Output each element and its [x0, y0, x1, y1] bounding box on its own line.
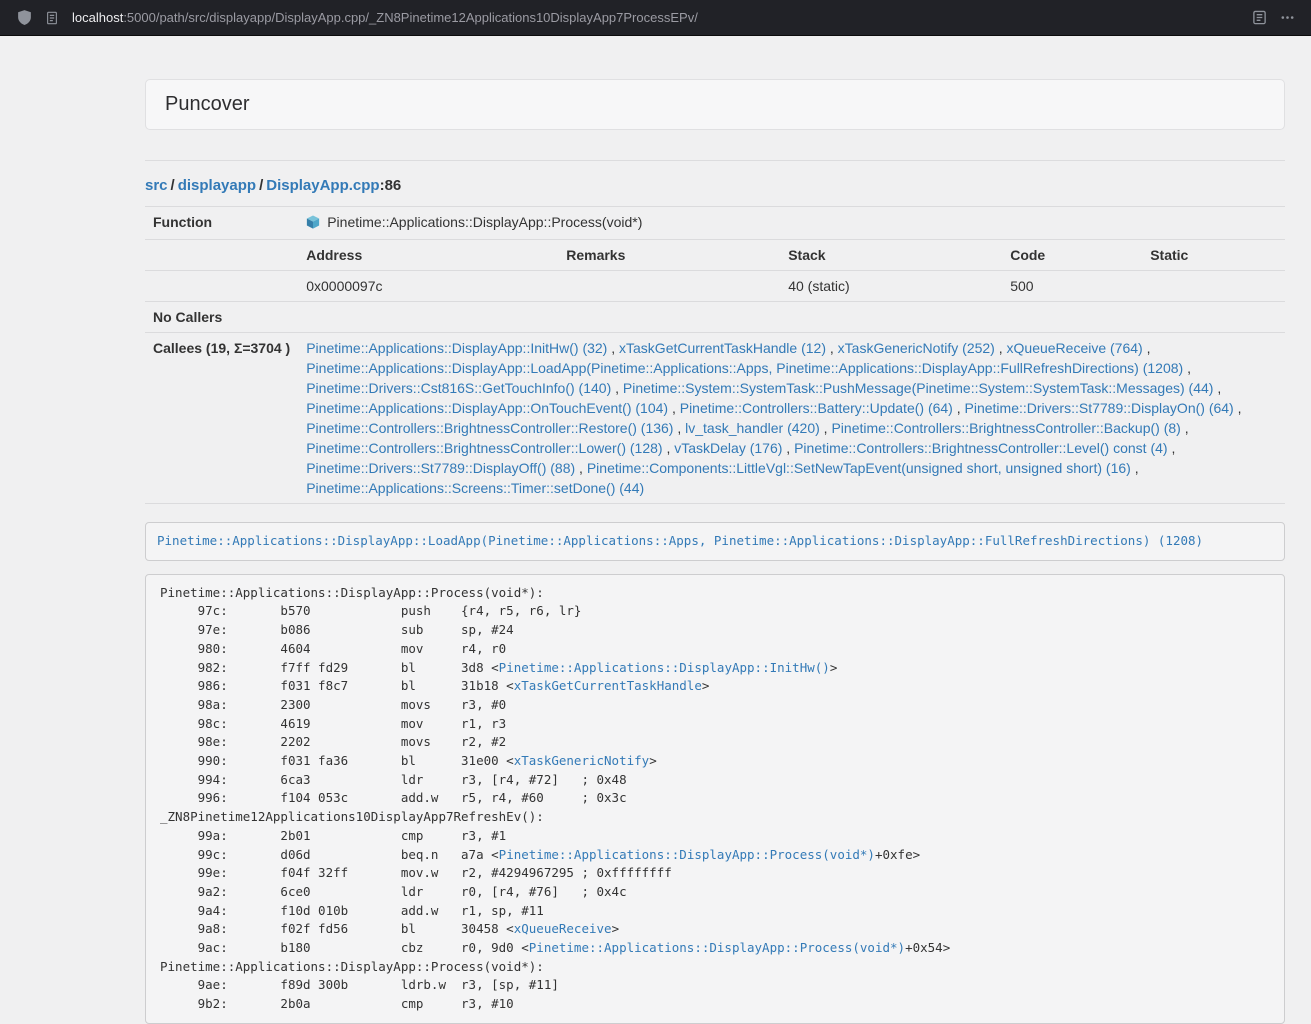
page-info-icon[interactable]	[38, 4, 66, 32]
value-static	[1142, 271, 1285, 302]
table-row: Address Remarks Stack Code Static	[145, 240, 1285, 271]
breadcrumb: src/displayapp/DisplayApp.cpp:86	[145, 177, 1285, 194]
divider	[145, 160, 1285, 161]
callee-separator: ,	[575, 460, 587, 476]
column-header-address: Address	[298, 240, 558, 271]
callee-link[interactable]: xTaskGetCurrentTaskHandle (12)	[619, 340, 826, 356]
callee-link[interactable]: Pinetime::Applications::DisplayApp::Load…	[306, 360, 1183, 376]
table-row: Callees (19, Σ=3704 ) Pinetime::Applicat…	[145, 333, 1285, 504]
url-host: localhost	[72, 10, 123, 25]
breadcrumb-link-displayapp[interactable]: displayapp	[178, 177, 256, 194]
callee-link[interactable]: Pinetime::System::SystemTask::PushMessag…	[623, 380, 1214, 396]
callee-separator: ,	[1183, 360, 1191, 376]
callee-separator: ,	[1168, 440, 1176, 456]
url-text[interactable]: localhost:5000/path/src/displayapp/Displ…	[72, 10, 1245, 25]
callee-separator: ,	[1234, 400, 1242, 416]
empty-label-cell	[145, 271, 298, 302]
callee-link[interactable]: Pinetime::Controllers::BrightnessControl…	[794, 440, 1167, 456]
callee-separator: ,	[1181, 420, 1189, 436]
breadcrumb-separator: /	[256, 177, 266, 194]
no-callers-label: No Callers	[145, 302, 298, 333]
tracking-protection-shield-icon[interactable]	[10, 4, 38, 32]
callee-separator: ,	[820, 420, 832, 436]
highlighted-symbol-link[interactable]: Pinetime::Applications::DisplayApp::Load…	[157, 533, 1203, 548]
callee-separator: ,	[607, 340, 619, 356]
callee-separator: ,	[826, 340, 838, 356]
callee-link[interactable]: Pinetime::Applications::DisplayApp::Init…	[306, 340, 607, 356]
callees-list: Pinetime::Applications::DisplayApp::Init…	[298, 333, 1285, 504]
callee-link[interactable]: Pinetime::Components::LittleVgl::SetNewT…	[587, 460, 1131, 476]
disassembly-symbol-link[interactable]: Pinetime::Applications::DisplayApp::Proc…	[529, 940, 905, 955]
callee-link[interactable]: Pinetime::Applications::Screens::Timer::…	[306, 480, 644, 496]
callee-separator: ,	[611, 380, 623, 396]
disassembly-block: Pinetime::Applications::DisplayApp::Proc…	[145, 574, 1285, 1024]
callee-link[interactable]: Pinetime::Drivers::St7789::DisplayOff() …	[306, 460, 575, 476]
callee-link[interactable]: Pinetime::Controllers::BrightnessControl…	[306, 420, 673, 436]
column-header-code: Code	[1002, 240, 1142, 271]
disassembly-symbol-link[interactable]: xTaskGetCurrentTaskHandle	[514, 678, 702, 693]
callee-link[interactable]: Pinetime::Controllers::BrightnessControl…	[831, 420, 1180, 436]
symbol-cube-icon	[306, 214, 320, 234]
callee-separator: ,	[1143, 340, 1151, 356]
callee-separator: ,	[995, 340, 1007, 356]
callee-link[interactable]: Pinetime::Controllers::BrightnessControl…	[306, 440, 662, 456]
callee-separator: ,	[953, 400, 965, 416]
disassembly-symbol-link[interactable]: xTaskGenericNotify	[514, 753, 649, 768]
no-callers-cell	[298, 302, 1285, 333]
disassembly-symbol-link[interactable]: Pinetime::Applications::DisplayApp::Proc…	[499, 847, 875, 862]
disassembly-symbol-link[interactable]: Pinetime::Applications::DisplayApp::Init…	[499, 660, 830, 675]
callee-link[interactable]: lv_task_handler (420)	[685, 420, 820, 436]
page-header: Puncover	[145, 79, 1285, 130]
function-label: Function	[145, 207, 298, 240]
empty-label-cell	[145, 240, 298, 271]
page-actions-menu-icon[interactable]	[1273, 4, 1301, 32]
callee-separator: ,	[663, 440, 675, 456]
callee-separator: ,	[1131, 460, 1139, 476]
breadcrumb-link-file[interactable]: DisplayApp.cpp	[266, 177, 379, 194]
breadcrumb-line-number: :86	[380, 177, 402, 194]
column-header-remarks: Remarks	[558, 240, 780, 271]
breadcrumb-link-src[interactable]: src	[145, 177, 168, 194]
disassembly-symbol-link[interactable]: xQueueReceive	[514, 921, 612, 936]
column-header-static: Static	[1142, 240, 1285, 271]
url-path: :5000/path/src/displayapp/DisplayApp.cpp…	[123, 10, 698, 25]
reader-mode-icon[interactable]	[1245, 4, 1273, 32]
callee-link[interactable]: xTaskGenericNotify (252)	[838, 340, 995, 356]
callee-link[interactable]: xQueueReceive (764)	[1007, 340, 1143, 356]
callee-link[interactable]: vTaskDelay (176)	[674, 440, 782, 456]
value-remarks	[558, 271, 780, 302]
callee-link[interactable]: Pinetime::Drivers::Cst816S::GetTouchInfo…	[306, 380, 611, 396]
callee-link[interactable]: Pinetime::Applications::DisplayApp::OnTo…	[306, 400, 668, 416]
value-stack: 40 (static)	[780, 271, 1002, 302]
callee-link[interactable]: Pinetime::Controllers::Battery::Update()…	[680, 400, 953, 416]
page-title: Puncover	[165, 93, 250, 116]
callee-separator: ,	[1213, 380, 1221, 396]
value-code: 500	[1002, 271, 1142, 302]
content-container: Puncover src/displayapp/DisplayApp.cpp:8…	[145, 79, 1285, 1024]
callee-separator: ,	[668, 400, 680, 416]
highlighted-symbol-box: Pinetime::Applications::DisplayApp::Load…	[145, 522, 1285, 561]
callee-link[interactable]: Pinetime::Drivers::St7789::DisplayOn() (…	[965, 400, 1234, 416]
breadcrumb-separator: /	[168, 177, 178, 194]
table-row: 0x0000097c 40 (static) 500	[145, 271, 1285, 302]
callees-label: Callees (19, Σ=3704 )	[145, 333, 298, 504]
function-table: Function Pinetime::Applications::Display…	[145, 206, 1285, 504]
column-header-stack: Stack	[780, 240, 1002, 271]
browser-url-bar: localhost:5000/path/src/displayapp/Displ…	[0, 0, 1311, 36]
function-name-cell: Pinetime::Applications::DisplayApp::Proc…	[298, 207, 1285, 240]
table-row: No Callers	[145, 302, 1285, 333]
callee-separator: ,	[673, 420, 685, 436]
function-name: Pinetime::Applications::DisplayApp::Proc…	[327, 214, 642, 230]
callee-separator: ,	[782, 440, 794, 456]
value-address: 0x0000097c	[298, 271, 558, 302]
table-row: Function Pinetime::Applications::Display…	[145, 207, 1285, 240]
